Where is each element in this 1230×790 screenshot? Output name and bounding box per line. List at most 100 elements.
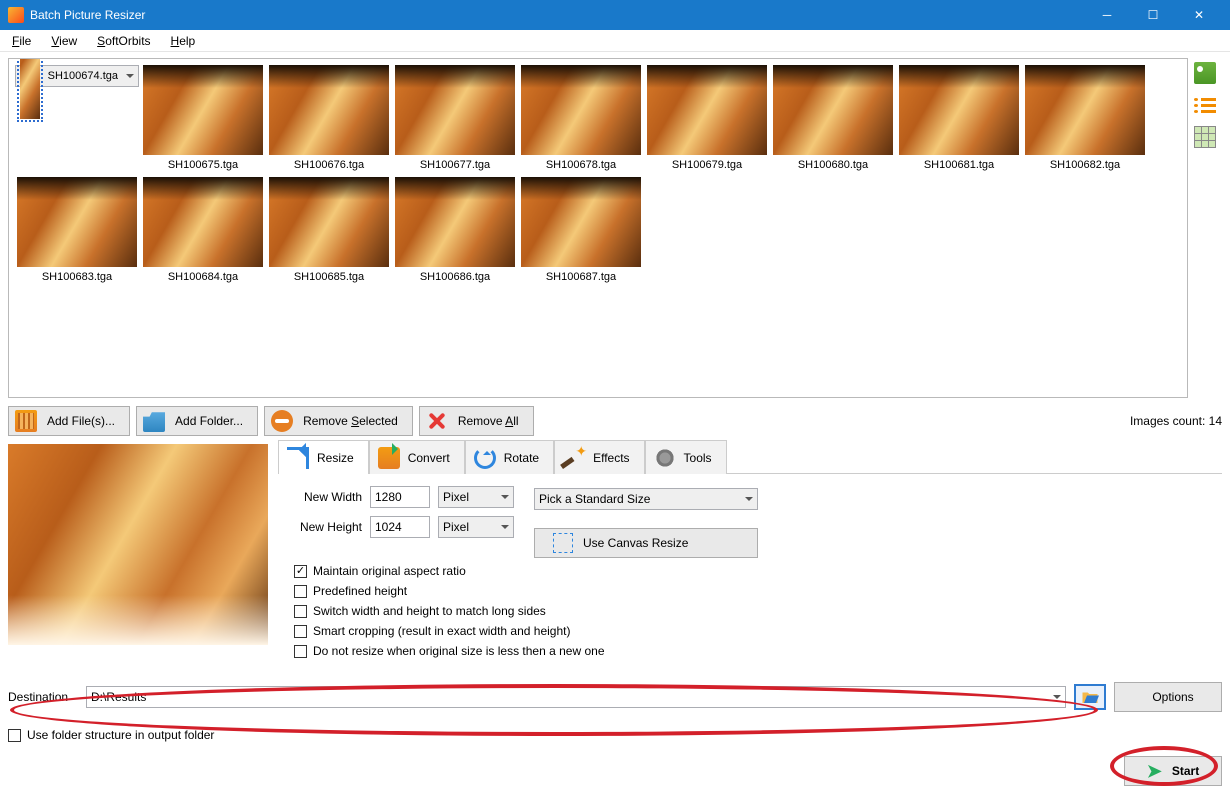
smart-cropping-checkbox[interactable]: Smart cropping (result in exact width an…: [294, 624, 1222, 638]
switch-sides-checkbox[interactable]: Switch width and height to match long si…: [294, 604, 1222, 618]
add-files-button[interactable]: Add File(s)...: [8, 406, 130, 436]
rotate-icon: [474, 447, 496, 469]
picture-icon: [15, 410, 37, 432]
thumbnail-image: [143, 177, 263, 267]
new-width-input[interactable]: [370, 486, 430, 508]
images-count: Images count: 14: [1130, 414, 1222, 428]
thumbnail-filename: SH100684.tga: [141, 271, 265, 283]
titlebar: Batch Picture Resizer ─ ☐ ✕: [0, 0, 1230, 30]
maintain-aspect-checkbox[interactable]: ✓Maintain original aspect ratio: [294, 564, 1222, 578]
browse-button[interactable]: [1074, 684, 1106, 710]
preview-image: [8, 444, 268, 645]
close-button[interactable]: ✕: [1176, 0, 1222, 30]
resize-icon: [287, 447, 309, 469]
view-large-icon[interactable]: [1194, 62, 1216, 84]
thumbnail-filename: SH100686.tga: [393, 271, 517, 283]
tab-rotate[interactable]: Rotate: [465, 440, 554, 474]
thumbnail-item[interactable]: SH100678.tga: [519, 65, 643, 171]
thumbnail-filename: SH100674.tga: [48, 70, 118, 82]
add-folder-button[interactable]: Add Folder...: [136, 406, 258, 436]
thumbnail-image: [17, 177, 137, 267]
play-icon: ➤: [1147, 761, 1162, 782]
thumbnail-filename: SH100681.tga: [897, 159, 1021, 171]
menu-softorbits[interactable]: SoftOrbits: [89, 32, 158, 50]
thumbnail-item[interactable]: SH100677.tga: [393, 65, 517, 171]
destination-label: Destination: [8, 690, 78, 704]
x-icon: [426, 410, 448, 432]
thumbnail-image: [521, 177, 641, 267]
thumbnail-filename: SH100675.tga: [141, 159, 265, 171]
tab-tools[interactable]: Tools: [645, 440, 727, 474]
thumbnail-item[interactable]: SH100676.tga: [267, 65, 391, 171]
canvas-icon: [553, 533, 573, 553]
thumbnail-image: [521, 65, 641, 155]
window-title: Batch Picture Resizer: [30, 8, 1084, 22]
new-width-label: New Width: [294, 490, 362, 504]
convert-icon: [378, 447, 400, 469]
thumbnail-filename: SH100677.tga: [393, 159, 517, 171]
thumbnail-item[interactable]: SH100686.tga: [393, 177, 517, 283]
thumbnail-image: [143, 65, 263, 155]
thumbnail-filename: SH100679.tga: [645, 159, 769, 171]
destination-row: Destination D:\Results Options: [0, 676, 1230, 718]
thumbnail-image: [773, 65, 893, 155]
folder-structure-checkbox[interactable]: Use folder structure in output folder: [8, 728, 1222, 742]
height-unit-select[interactable]: Pixel: [438, 516, 514, 538]
thumbnail-item[interactable]: SH100682.tga: [1023, 65, 1147, 171]
thumbnail-filename: SH100680.tga: [771, 159, 895, 171]
menu-file[interactable]: File: [4, 32, 39, 50]
menubar: File View SoftOrbits Help: [0, 30, 1230, 52]
view-grid-icon[interactable]: [1194, 126, 1216, 148]
menu-help[interactable]: Help: [163, 32, 204, 50]
toolbar: Add File(s)... Add Folder... Remove Sele…: [8, 406, 1222, 436]
do-not-resize-checkbox[interactable]: Do not resize when original size is less…: [294, 644, 1222, 658]
thumbnail-item[interactable]: SH100675.tga: [141, 65, 265, 171]
thumbnail-filename: SH100678.tga: [519, 159, 643, 171]
width-unit-select[interactable]: Pixel: [438, 486, 514, 508]
thumbnail-image: [395, 177, 515, 267]
tab-row: Resize Convert Rotate Effects Tools: [278, 440, 1222, 474]
resize-panel: New Width Pixel New Height Pixel Pick a …: [278, 473, 1222, 658]
thumbnail-filename: SH100687.tga: [519, 271, 643, 283]
minus-icon: [271, 410, 293, 432]
thumbnail-image: [20, 58, 40, 119]
standard-size-select[interactable]: Pick a Standard Size: [534, 488, 758, 510]
thumbnail-item[interactable]: SH100680.tga: [771, 65, 895, 171]
view-list-icon[interactable]: [1194, 94, 1216, 116]
thumbnail-item[interactable]: SH100684.tga: [141, 177, 265, 283]
thumbnail-image: [1025, 65, 1145, 155]
thumbnail-item[interactable]: SH100679.tga: [645, 65, 769, 171]
options-button[interactable]: Options: [1114, 682, 1222, 712]
thumbnail-image: [269, 65, 389, 155]
remove-all-button[interactable]: Remove All: [419, 406, 534, 436]
canvas-resize-button[interactable]: Use Canvas Resize: [534, 528, 758, 558]
thumbnail-filename: SH100685.tga: [267, 271, 391, 283]
thumbnail-item[interactable]: SH100674.tga: [15, 65, 139, 87]
thumbnail-item[interactable]: SH100687.tga: [519, 177, 643, 283]
start-button[interactable]: ➤Start: [1124, 756, 1222, 786]
effects-icon: [563, 447, 585, 469]
thumbnail-grid[interactable]: SH100674.tgaSH100675.tgaSH100676.tgaSH10…: [8, 58, 1188, 398]
thumbnail-image: [395, 65, 515, 155]
minimize-button[interactable]: ─: [1084, 0, 1130, 30]
thumbnail-item[interactable]: SH100683.tga: [15, 177, 139, 283]
thumbnail-image: [647, 65, 767, 155]
menu-view[interactable]: View: [43, 32, 85, 50]
thumbnail-item[interactable]: SH100685.tga: [267, 177, 391, 283]
thumbnail-filename: SH100682.tga: [1023, 159, 1147, 171]
remove-selected-button[interactable]: Remove Selected: [264, 406, 413, 436]
predefined-height-checkbox[interactable]: Predefined height: [294, 584, 1222, 598]
thumbnail-filename: SH100683.tga: [15, 271, 139, 283]
new-height-label: New Height: [294, 520, 362, 534]
app-icon: [8, 7, 24, 23]
thumbnail-item[interactable]: SH100681.tga: [897, 65, 1021, 171]
tab-resize[interactable]: Resize: [278, 440, 369, 474]
tab-effects[interactable]: Effects: [554, 440, 644, 474]
destination-input[interactable]: D:\Results: [86, 686, 1066, 708]
tab-convert[interactable]: Convert: [369, 440, 465, 474]
maximize-button[interactable]: ☐: [1130, 0, 1176, 30]
new-height-input[interactable]: [370, 516, 430, 538]
thumbnail-image: [899, 65, 1019, 155]
thumbnail-image: [269, 177, 389, 267]
gear-icon: [654, 447, 676, 469]
